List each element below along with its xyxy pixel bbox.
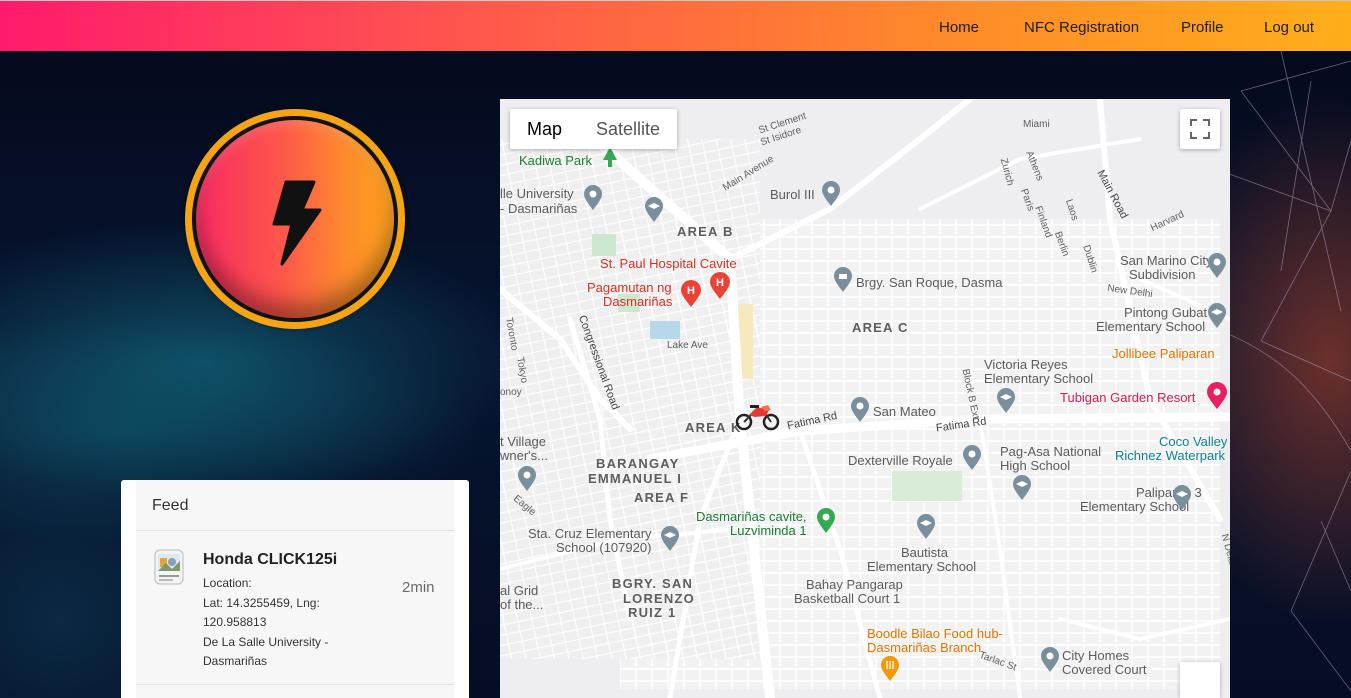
nav-home-link[interactable]: Home: [939, 19, 979, 36]
resort-pin-icon[interactable]: [1206, 382, 1228, 410]
map-poi-label[interactable]: Covered Court: [1062, 663, 1147, 677]
map-poi-label[interactable]: City Homes: [1062, 649, 1129, 663]
location-pin-icon[interactable]: [816, 508, 836, 534]
school-pin-icon[interactable]: [1012, 475, 1032, 501]
map-poi-label[interactable]: Pagamutan ng: [587, 281, 672, 295]
feed-panel: Feed Honda CLICK125i Location: Lat: 14.3…: [121, 480, 469, 698]
school-pin-icon[interactable]: [916, 514, 936, 540]
map-poi-label[interactable]: - Dasmariñas: [500, 202, 577, 216]
fullscreen-icon: [1190, 119, 1210, 139]
government-pin-icon[interactable]: [833, 267, 853, 293]
zoom-control[interactable]: [1180, 662, 1220, 698]
map-poi-label[interactable]: Dasmariñas cavite,: [696, 510, 807, 524]
map-street-label: onoy: [500, 387, 522, 398]
map-poi-label[interactable]: High School: [1000, 459, 1070, 473]
map-poi-label[interactable]: Dasmariñas Branch: [867, 641, 981, 655]
nav-profile-link[interactable]: Profile: [1181, 19, 1224, 36]
map-area-label: AREA F: [634, 490, 690, 505]
school-pin-icon[interactable]: [1207, 303, 1227, 329]
map-area-label: AREA C: [852, 320, 909, 335]
background-network-lines: [1221, 51, 1351, 692]
map-poi-label[interactable]: San Marino City: [1120, 254, 1212, 268]
motorcycle-marker-icon[interactable]: [735, 401, 780, 431]
map-view[interactable]: AREA B AREA C AREA K AREA F BARANGAY EMM…: [500, 99, 1230, 698]
map-poi-label[interactable]: St. Paul Hospital Cavite: [600, 257, 737, 271]
map-poi-label[interactable]: of the...: [500, 598, 543, 612]
map-poi-label[interactable]: Richnez Waterpark: [1115, 449, 1225, 463]
feed-item-time: 2min: [402, 579, 435, 596]
map-poi-label[interactable]: Sta. Cruz Elementary: [528, 527, 652, 541]
restaurant-pin-icon[interactable]: [880, 656, 900, 682]
location-pin-icon[interactable]: [821, 181, 841, 207]
location-pin-icon[interactable]: [850, 397, 870, 423]
vehicle-name: Honda CLICK125i: [203, 551, 338, 568]
map-area-label: BARANGAY: [596, 456, 680, 471]
hospital-pin-icon[interactable]: H: [709, 272, 731, 300]
nav-nfc-registration-link[interactable]: NFC Registration: [1024, 19, 1139, 36]
nav-logout-link[interactable]: Log out: [1264, 19, 1314, 36]
map-poi-label[interactable]: t Village: [500, 435, 546, 449]
svg-text:H: H: [716, 277, 724, 289]
feed-title: Feed: [136, 480, 454, 531]
location-pin-icon[interactable]: [962, 445, 982, 471]
map-area-label: EMMANUEL I: [588, 471, 683, 486]
map-poi-label[interactable]: Bautista: [901, 546, 948, 560]
school-pin-icon[interactable]: [644, 197, 664, 223]
map-type-satellite-button[interactable]: Satellite: [579, 109, 677, 149]
school-pin-icon[interactable]: [660, 526, 680, 552]
map-poi-label[interactable]: Kadiwa Park: [519, 154, 592, 168]
map-area-label: AREA B: [677, 224, 734, 239]
top-navbar: Home NFC Registration Profile Log out: [0, 0, 1351, 51]
location-pin-icon[interactable]: [1040, 647, 1060, 673]
map-poi-label[interactable]: Elementary School: [867, 560, 976, 574]
map-type-map-button[interactable]: Map: [510, 109, 579, 149]
map-poi-label[interactable]: lle University: [500, 187, 574, 201]
map-poi-label[interactable]: Dasmariñas: [603, 295, 672, 309]
lightning-bolt-icon: [272, 180, 322, 266]
map-poi-label[interactable]: Coco Valley: [1159, 435, 1227, 449]
map-poi-label[interactable]: San Mateo: [873, 405, 936, 419]
location-coordinates: Lat: 14.3255459, Lng: 120.958813: [203, 595, 320, 630]
map-poi-label[interactable]: Subdivision: [1129, 268, 1196, 282]
map-poi-label[interactable]: Pag-Asa National: [1000, 445, 1101, 459]
map-poi-label[interactable]: Pintong Gubat: [1124, 306, 1207, 320]
vehicle-avatar-icon: [154, 549, 184, 585]
map-area-label: RUIZ 1: [628, 605, 677, 620]
map-poi-label[interactable]: Tubigan Garden Resort: [1060, 391, 1195, 405]
feed-item[interactable]: Honda CLICK125i Location: Lat: 14.325545…: [136, 532, 454, 685]
map-poi-label[interactable]: Elementary School: [984, 372, 1093, 386]
map-poi-label[interactable]: Basketball Court 1: [794, 592, 900, 606]
map-poi-label[interactable]: Boodle Bilao Food hub-: [867, 627, 1003, 641]
location-label: Location:: [203, 576, 252, 590]
map-area-label: LORENZO: [623, 591, 695, 606]
map-area-label: AREA K: [685, 420, 742, 435]
fullscreen-button[interactable]: [1180, 109, 1220, 149]
location-place: De La Salle University - Dasmariñas: [203, 634, 329, 669]
location-pin-icon[interactable]: [1207, 253, 1227, 279]
map-poi-label[interactable]: Burol III: [770, 188, 815, 202]
map-poi-label[interactable]: Brgy. San Roque, Dasma: [856, 276, 1002, 290]
park-pin-icon[interactable]: [601, 146, 619, 168]
map-poi-label[interactable]: wner's...: [500, 449, 548, 463]
school-pin-icon[interactable]: [996, 388, 1016, 414]
map-type-toggle: Map Satellite: [510, 109, 678, 149]
map-poi-label[interactable]: Dexterville Royale: [848, 454, 953, 468]
map-poi-label[interactable]: Elementary School: [1096, 320, 1205, 334]
map-poi-label[interactable]: Luzviminda 1: [730, 524, 807, 538]
map-poi-label[interactable]: Bahay Pangarap: [806, 578, 903, 592]
vehicle-location-details: Location: Lat: 14.3255459, Lng: 120.9588…: [203, 574, 363, 672]
map-street-label: Lake Ave: [667, 340, 708, 351]
map-poi-label[interactable]: School (107920): [556, 541, 651, 555]
hospital-pin-icon[interactable]: H: [680, 280, 702, 308]
location-pin-icon[interactable]: [517, 466, 537, 492]
app-logo: [185, 109, 405, 329]
svg-text:H: H: [687, 285, 695, 297]
school-pin-icon[interactable]: [583, 185, 603, 211]
map-poi-label[interactable]: al Grid: [500, 584, 538, 598]
map-area-label: BGRY. SAN: [612, 576, 694, 591]
map-poi-label[interactable]: Jollibee Paliparan: [1112, 347, 1215, 361]
map-street-label: Miami: [1023, 119, 1050, 130]
map-poi-label[interactable]: Victoria Reyes: [984, 358, 1068, 372]
school-pin-icon[interactable]: [1172, 485, 1192, 511]
